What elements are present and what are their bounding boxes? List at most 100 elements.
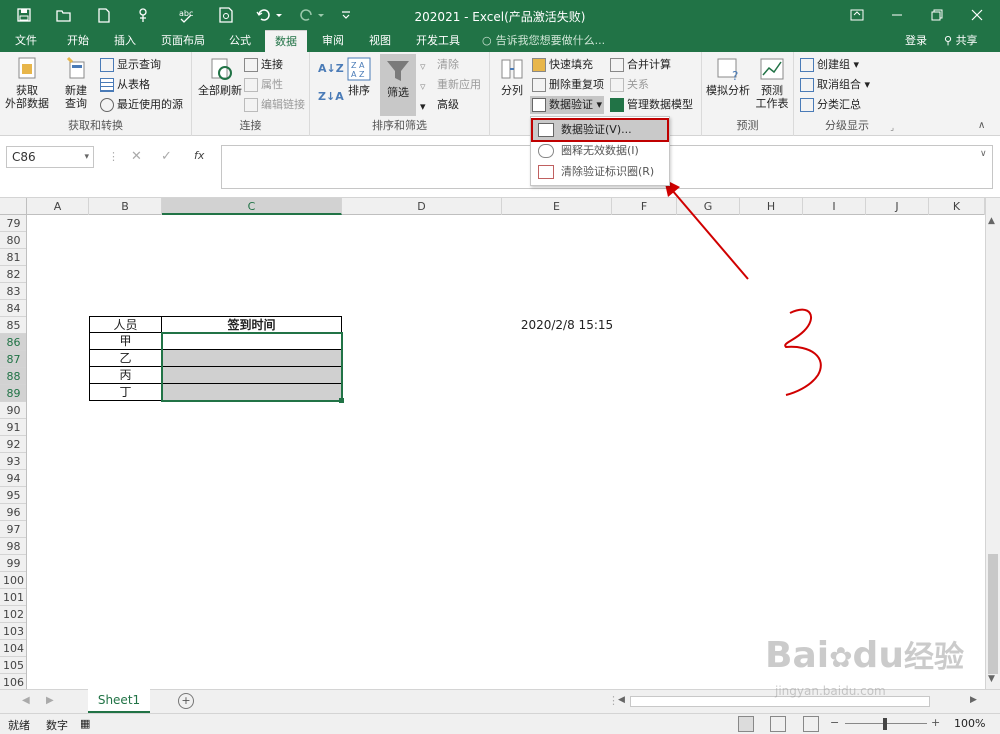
manage-data-model-button[interactable]: 管理数据模型 — [610, 96, 693, 114]
col-header-b[interactable]: B — [89, 198, 162, 215]
relationships-button[interactable]: 关系 — [610, 76, 649, 94]
row-header[interactable]: 93 — [0, 453, 26, 470]
row-header[interactable]: 106 — [0, 674, 26, 689]
filter-button[interactable]: 筛选 — [380, 54, 416, 116]
row-header[interactable]: 90 — [0, 402, 26, 419]
what-if-analysis-button[interactable]: ? 模拟分析 — [706, 56, 750, 97]
col-header-e[interactable]: E — [502, 198, 612, 215]
tab-file[interactable]: 文件 — [6, 30, 46, 52]
row-header[interactable]: 82 — [0, 266, 26, 283]
remove-duplicates-button[interactable]: 删除重复项 — [532, 76, 604, 94]
scroll-thumb[interactable] — [988, 554, 998, 674]
forecast-sheet-button[interactable]: 预测 工作表 — [752, 56, 792, 110]
col-header-d[interactable]: D — [342, 198, 502, 215]
subtotal-button[interactable]: 分类汇总 — [800, 96, 861, 114]
fill-handle[interactable] — [339, 398, 344, 403]
insert-function-icon[interactable]: fx — [194, 149, 204, 162]
row-header[interactable]: 92 — [0, 436, 26, 453]
tab-insert[interactable]: 插入 — [105, 30, 145, 52]
row-header[interactable]: 95 — [0, 487, 26, 504]
tab-view[interactable]: 视图 — [360, 30, 400, 52]
tab-data[interactable]: 数据 — [265, 30, 307, 52]
row-header[interactable]: 102 — [0, 606, 26, 623]
row-header[interactable]: 105 — [0, 657, 26, 674]
tab-formulas[interactable]: 公式 — [220, 30, 260, 52]
spelling-icon[interactable]: abc — [176, 5, 196, 25]
flash-fill-button[interactable]: 快速填充 — [532, 56, 593, 74]
properties-button[interactable]: 属性 — [244, 76, 283, 94]
dialog-launcher-icon[interactable]: ⌟ — [890, 123, 894, 132]
menu-item-clear-circles[interactable]: 清除验证标识圈(R) — [533, 162, 667, 182]
enter-icon[interactable]: ✓ — [161, 149, 172, 164]
zoom-in-icon[interactable]: + — [931, 716, 940, 729]
col-header-a[interactable]: A — [27, 198, 89, 215]
recent-sources-button[interactable]: 最近使用的源 — [100, 96, 183, 114]
touch-mode-icon[interactable] — [134, 5, 154, 25]
row-header[interactable]: 84 — [0, 300, 26, 317]
row-header[interactable]: 81 — [0, 249, 26, 266]
row-header[interactable]: 98 — [0, 538, 26, 555]
prev-sheet-icon[interactable]: ◀ — [22, 695, 30, 706]
row-header[interactable]: 100 — [0, 572, 26, 589]
row-header[interactable]: 91 — [0, 419, 26, 436]
clear-filter-button[interactable]: ▿ 清除 — [420, 56, 459, 74]
scroll-up-icon[interactable]: ▲ — [988, 216, 995, 226]
tell-me-box[interactable]: ○ 告诉我您想要做什么... — [482, 30, 605, 52]
sign-in-link[interactable]: 登录 — [905, 30, 927, 52]
from-table-button[interactable]: 从表格 — [100, 76, 150, 94]
row-header[interactable]: 101 — [0, 589, 26, 606]
show-queries-button[interactable]: 显示查询 — [100, 56, 161, 74]
sort-za-icon[interactable]: Z↓A — [318, 88, 344, 106]
open-icon[interactable] — [54, 5, 74, 25]
row-header[interactable]: 94 — [0, 470, 26, 487]
group-button[interactable]: 创建组 ▾ — [800, 56, 859, 74]
redo-icon[interactable] — [296, 5, 326, 25]
share-button[interactable]: ⚲ 共享 — [944, 30, 978, 52]
edit-links-button[interactable]: 编辑链接 — [244, 96, 305, 114]
restore-icon[interactable] — [917, 0, 957, 30]
expand-formula-icon[interactable]: ∨ — [980, 149, 987, 159]
name-box[interactable]: C86 ▾ — [6, 146, 94, 168]
macro-record-icon[interactable]: ▦ — [80, 717, 90, 730]
cell-c87[interactable] — [162, 350, 342, 367]
worksheet-grid[interactable]: 人员 签到时间 甲 乙 丙 丁 2020/2/8 15:15 — [27, 215, 985, 689]
sheet-tab-sheet1[interactable]: Sheet1 — [88, 689, 150, 713]
splitter-icon[interactable]: ⋮ — [108, 150, 119, 163]
cell-c88[interactable] — [162, 367, 342, 384]
row-header[interactable]: 85 — [0, 317, 26, 334]
menu-item-circle-invalid[interactable]: 圈释无效数据(I) — [533, 141, 667, 161]
page-layout-view-icon[interactable] — [770, 716, 786, 732]
row-header[interactable]: 79 — [0, 215, 26, 232]
tab-page-layout[interactable]: 页面布局 — [153, 30, 213, 52]
connections-button[interactable]: 连接 — [244, 56, 283, 74]
tab-review[interactable]: 审阅 — [313, 30, 353, 52]
new-file-icon[interactable] — [94, 5, 114, 25]
save-icon[interactable] — [14, 5, 34, 25]
cell-e85[interactable]: 2020/2/8 15:15 — [502, 317, 632, 334]
sort-button[interactable]: Z AA Z 排序 — [344, 56, 374, 97]
scroll-down-icon[interactable]: ▼ — [988, 674, 995, 684]
print-preview-icon[interactable] — [216, 5, 236, 25]
tab-developer[interactable]: 开发工具 — [408, 30, 468, 52]
col-header-j[interactable]: J — [866, 198, 929, 215]
row-header[interactable]: 103 — [0, 623, 26, 640]
new-query-button[interactable]: 新建 查询 — [56, 56, 96, 110]
tab-home[interactable]: 开始 — [58, 30, 98, 52]
cell-b89[interactable]: 丁 — [89, 384, 162, 401]
row-header[interactable]: 87 — [0, 351, 26, 368]
row-header[interactable]: 80 — [0, 232, 26, 249]
cell-b86[interactable]: 甲 — [89, 333, 162, 350]
scroll-right-icon[interactable]: ▶ — [970, 695, 977, 705]
ungroup-button[interactable]: 取消组合 ▾ — [800, 76, 870, 94]
zoom-out-icon[interactable]: − — [830, 716, 839, 729]
row-header[interactable]: 88 — [0, 368, 26, 385]
row-header[interactable]: 97 — [0, 521, 26, 538]
text-to-columns-button[interactable]: 分列 — [496, 56, 528, 97]
get-external-data-button[interactable]: 获取 外部数据 — [4, 56, 50, 110]
zoom-level[interactable]: 100% — [954, 717, 985, 730]
cell-b87[interactable]: 乙 — [89, 350, 162, 367]
sort-az-icon[interactable]: A↓Z — [318, 60, 344, 78]
page-break-view-icon[interactable] — [803, 716, 819, 732]
menu-item-data-validation[interactable]: 数据验证(V)... — [531, 118, 669, 142]
refresh-all-button[interactable]: 全部刷新 — [196, 56, 244, 97]
